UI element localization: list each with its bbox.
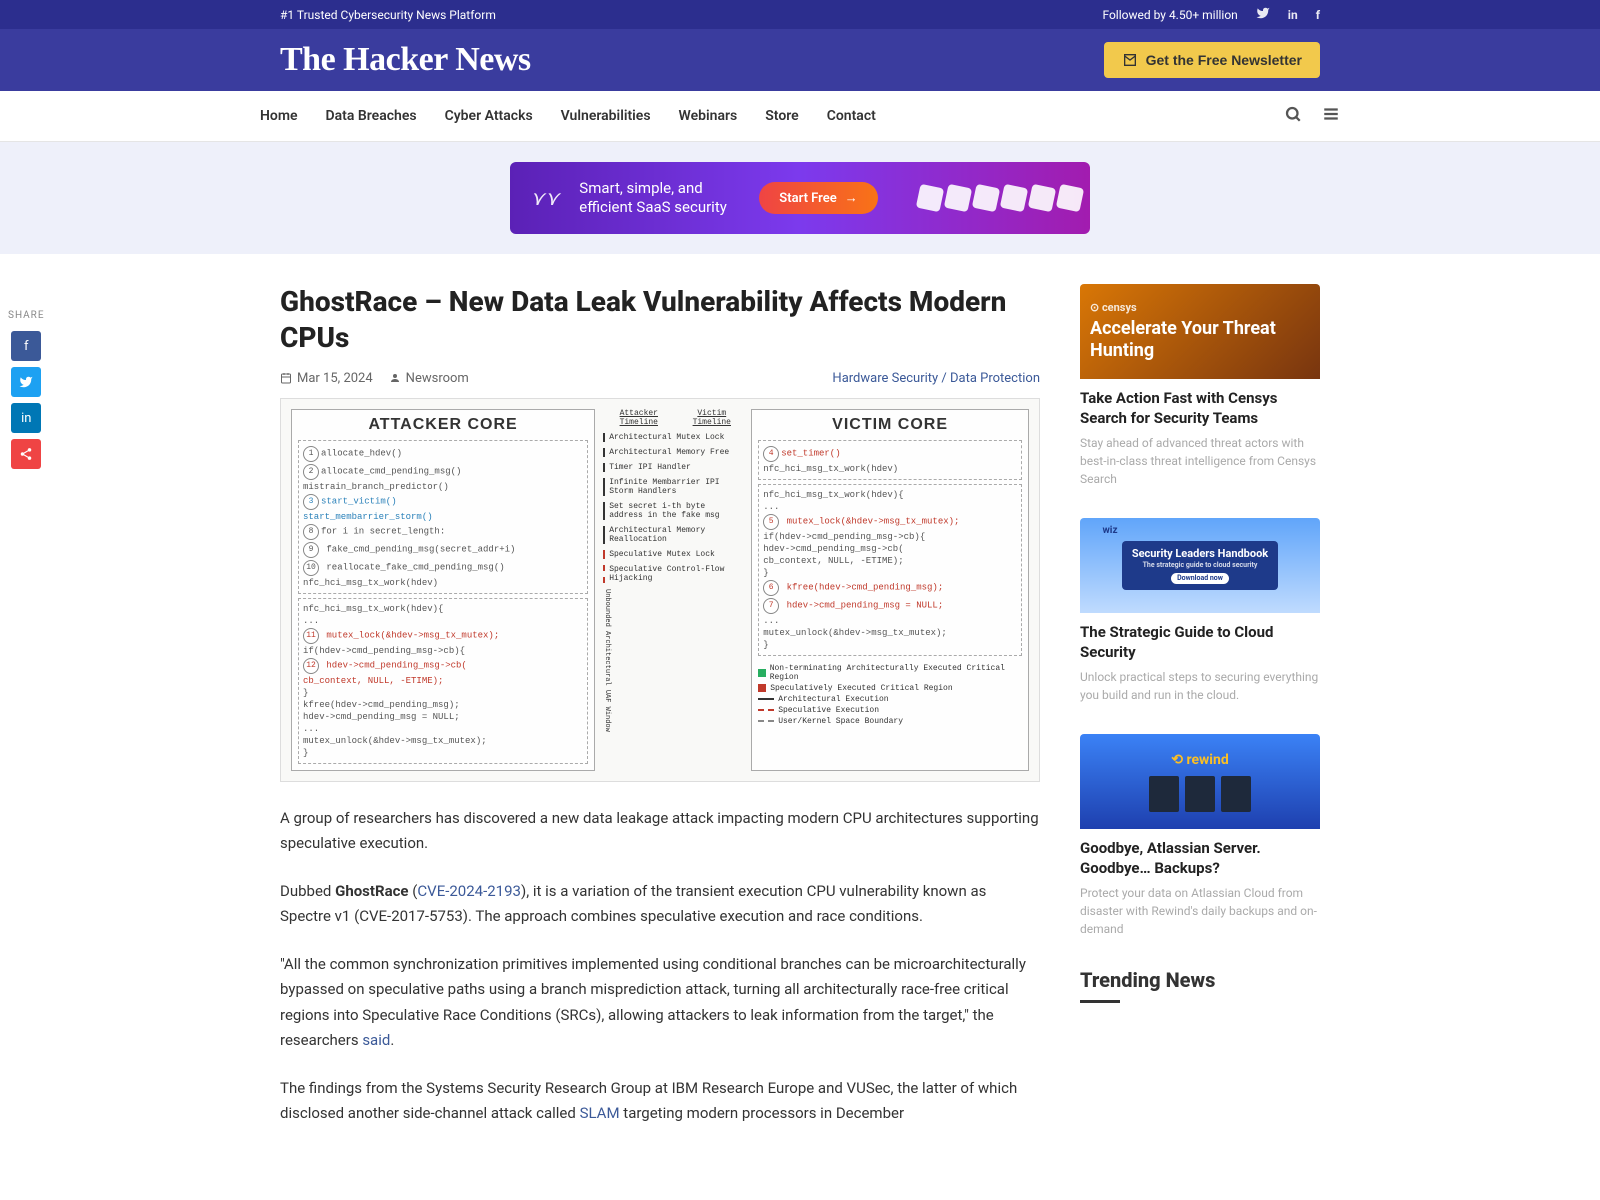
arrow-right-icon: →	[845, 190, 858, 206]
cve-link[interactable]: CVE-2024-2193	[417, 882, 521, 900]
widget-title: Goodbye, Atlassian Server. Goodbye… Back…	[1080, 839, 1320, 878]
nav-home[interactable]: Home	[260, 108, 298, 124]
slam-link[interactable]: SLAM	[580, 1104, 620, 1122]
attacker-core-title: ATTACKER CORE	[298, 416, 588, 434]
said-link[interactable]: said	[362, 1031, 390, 1049]
article-hero-diagram: ATTACKER CORE 1allocate_hdev() 2allocate…	[280, 398, 1040, 782]
envelope-icon	[1122, 52, 1138, 68]
article-author: Newsroom	[389, 371, 469, 386]
widget-desc: Protect your data on Atlassian Cloud fro…	[1080, 884, 1320, 938]
nav-cyber-attacks[interactable]: Cyber Attacks	[445, 108, 533, 124]
linkedin-icon[interactable]: in	[1288, 8, 1298, 22]
share-icon	[19, 447, 33, 461]
nav-vulnerabilities[interactable]: Vulnerabilities	[561, 108, 651, 124]
nav-data-breaches[interactable]: Data Breaches	[326, 108, 417, 124]
sidebar-widget-rewind[interactable]: ⟲ rewind Goodbye, Atlassian Server. Good…	[1080, 734, 1320, 938]
header: The Hacker News Get the Free Newsletter	[0, 29, 1600, 91]
newsletter-button[interactable]: Get the Free Newsletter	[1104, 42, 1320, 78]
share-twitter-button[interactable]	[11, 367, 41, 397]
sidebar-widget-wiz[interactable]: wiz Security Leaders Handbook The strate…	[1080, 518, 1320, 704]
article-meta: Mar 15, 2024 Newsroom Hardware Security …	[280, 371, 1040, 386]
article-paragraph: "All the common synchronization primitiv…	[280, 952, 1040, 1054]
trending-underline	[1080, 1000, 1120, 1003]
trending-section: Trending News	[1080, 968, 1320, 1003]
banner-cta-label: Start Free	[779, 191, 836, 206]
main-nav: Home Data Breaches Cyber Attacks Vulnera…	[0, 91, 1600, 142]
share-label: SHARE	[8, 310, 45, 321]
ad-banner-wrap: ⋎⋎ Smart, simple, and efficient SaaS sec…	[0, 142, 1600, 254]
nav-store[interactable]: Store	[765, 108, 798, 124]
article-paragraph: Dubbed GhostRace (CVE-2024-2193), it is …	[280, 879, 1040, 930]
widget-title: Take Action Fast with Censys Search for …	[1080, 389, 1320, 428]
banner-brand-icon: ⋎⋎	[530, 186, 559, 210]
banner-cta-button[interactable]: Start Free →	[759, 182, 877, 214]
victim-core-title: VICTIM CORE	[758, 416, 1022, 434]
article-paragraph: A group of researchers has discovered a …	[280, 806, 1040, 857]
article-paragraph: The findings from the Systems Security R…	[280, 1076, 1040, 1127]
topbar: #1 Trusted Cybersecurity News Platform F…	[0, 0, 1600, 29]
person-icon	[389, 372, 401, 384]
nav-webinars[interactable]: Webinars	[679, 108, 738, 124]
trending-title: Trending News	[1080, 968, 1320, 992]
twitter-icon	[19, 375, 33, 389]
twitter-icon[interactable]	[1256, 6, 1270, 23]
article-title: GhostRace – New Data Leak Vulnerability …	[280, 284, 1040, 357]
sidebar-widget-censys[interactable]: ⊙ censys Accelerate Your Threat Hunting …	[1080, 284, 1320, 488]
share-rail: SHARE f in	[8, 310, 45, 469]
share-linkedin-button[interactable]: in	[11, 403, 41, 433]
banner-decorative-icons	[910, 162, 1090, 234]
tagline: #1 Trusted Cybersecurity News Platform	[280, 8, 496, 22]
search-icon[interactable]	[1284, 105, 1302, 127]
nav-contact[interactable]: Contact	[827, 108, 876, 124]
share-more-button[interactable]	[11, 439, 41, 469]
facebook-icon[interactable]: f	[1316, 8, 1320, 22]
banner-text: Smart, simple, and efficient SaaS securi…	[579, 179, 739, 218]
article-date: Mar 15, 2024	[280, 371, 373, 386]
widget-desc: Unlock practical steps to securing every…	[1080, 668, 1320, 704]
calendar-icon	[280, 372, 292, 384]
menu-icon[interactable]	[1322, 105, 1340, 127]
newsletter-button-label: Get the Free Newsletter	[1146, 52, 1302, 68]
article-tags[interactable]: Hardware Security / Data Protection	[832, 371, 1040, 386]
site-logo[interactable]: The Hacker News	[280, 41, 531, 79]
widget-desc: Stay ahead of advanced threat actors wit…	[1080, 434, 1320, 488]
followed-text: Followed by 4.50+ million	[1102, 8, 1237, 22]
share-facebook-button[interactable]: f	[11, 331, 41, 361]
diagram-legend: Non-terminating Architecturally Executed…	[758, 664, 1022, 726]
sidebar: ⊙ censys Accelerate Your Threat Hunting …	[1080, 284, 1320, 1149]
widget-title: The Strategic Guide to Cloud Security	[1080, 623, 1320, 662]
ad-banner[interactable]: ⋎⋎ Smart, simple, and efficient SaaS sec…	[510, 162, 1090, 234]
article: GhostRace – New Data Leak Vulnerability …	[280, 284, 1040, 1149]
